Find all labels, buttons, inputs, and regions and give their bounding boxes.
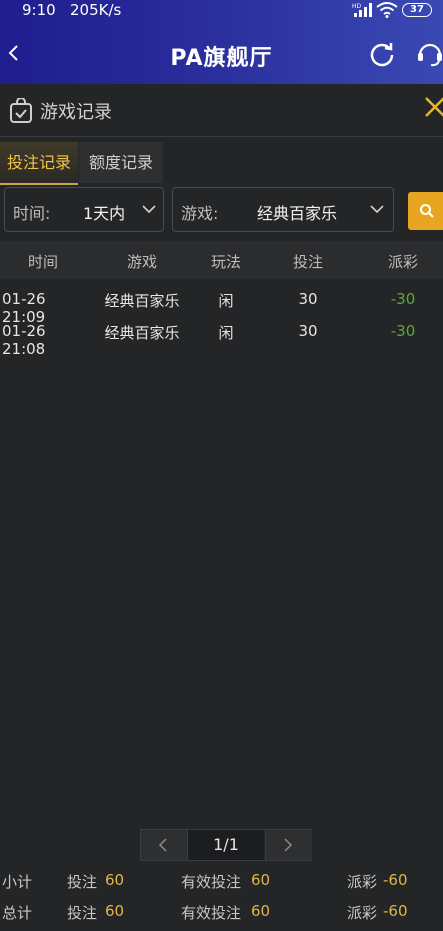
row-payout: -30 [390, 290, 416, 308]
next-page-button[interactable] [265, 830, 312, 860]
status-network-speed: 205K/s [70, 1, 122, 19]
subtotal-label: 小计 [2, 873, 33, 891]
panel-title: 游戏记录 [40, 102, 112, 123]
total-row: 总计 投注 60 有效投注 60 派彩 -60 [0, 898, 443, 926]
subtotal-valid-label: 有效投注 [181, 873, 242, 891]
subtotal-payout-label: 派彩 [347, 873, 378, 891]
tab-bet-records[interactable]: 投注记录 [0, 142, 78, 185]
subtotal-bet-value: 60 [105, 871, 125, 889]
total-payout-value: -60 [383, 902, 408, 920]
row-play: 闲 [218, 324, 234, 342]
total-bet-value: 60 [105, 902, 125, 920]
column-header-time: 时间 [27, 253, 58, 271]
svg-text:HD: HD [352, 3, 362, 10]
pagination: 1/1 [140, 829, 312, 861]
chevron-down-icon [142, 205, 156, 214]
column-header-payout: 派彩 [387, 253, 418, 271]
total-valid-label: 有效投注 [181, 904, 242, 922]
prev-page-button[interactable] [141, 830, 188, 860]
chevron-left-icon [158, 838, 167, 852]
shopping-bag-check-icon [10, 98, 32, 123]
total-valid-value: 60 [251, 902, 271, 920]
column-header-bet: 投注 [292, 253, 323, 271]
chevron-right-icon [284, 838, 293, 852]
nav-bar: PA旗舰厅 [0, 22, 443, 84]
subtotal-payout-value: -60 [383, 871, 408, 889]
row-game: 经典百家乐 [104, 324, 180, 342]
total-payout-label: 派彩 [347, 904, 378, 922]
time-filter-select[interactable]: 时间: 1天内 [4, 187, 164, 232]
game-filter-label: 游戏: [181, 204, 219, 223]
column-header-game: 游戏 [126, 253, 157, 271]
panel-header: 游戏记录 [0, 84, 443, 137]
game-filter-select[interactable]: 游戏: 经典百家乐 [172, 187, 394, 232]
subtotal-row: 小计 投注 60 有效投注 60 派彩 -60 [0, 867, 443, 895]
chevron-down-icon [370, 205, 384, 214]
column-header-play: 玩法 [210, 253, 241, 271]
signal-icon: HD [352, 3, 372, 17]
row-bet: 30 [298, 290, 318, 308]
time-filter-label: 时间: [13, 204, 51, 223]
status-bar: 9:10 205K/s HD 37 [0, 0, 443, 22]
row-bet: 30 [298, 322, 318, 340]
game-filter-value: 经典百家乐 [257, 204, 338, 223]
table-row: 01-26 21:09 经典百家乐 闲 30 -30 [0, 284, 443, 326]
wifi-icon [376, 2, 398, 18]
page-indicator: 1/1 [188, 830, 264, 860]
status-time: 9:10 [22, 1, 56, 19]
subtotal-valid-value: 60 [251, 871, 271, 889]
time-filter-value: 1天内 [83, 204, 126, 223]
tab-credit-records[interactable]: 额度记录 [79, 142, 163, 183]
subtotal-bet-label: 投注 [67, 873, 98, 891]
battery-icon: 37 [402, 3, 432, 17]
close-icon[interactable] [424, 94, 443, 120]
search-icon [420, 204, 434, 218]
row-time: 01-26 21:08 [2, 322, 46, 358]
search-button[interactable] [408, 192, 443, 230]
headset-icon[interactable] [416, 40, 443, 68]
row-game: 经典百家乐 [104, 292, 180, 310]
row-payout: -30 [390, 322, 416, 340]
refresh-icon[interactable] [368, 40, 396, 68]
table-header: 时间 游戏 玩法 投注 派彩 [0, 241, 443, 279]
app-header: 9:10 205K/s HD 37 PA旗舰厅 [0, 0, 443, 84]
row-play: 闲 [218, 292, 234, 310]
table-row: 01-26 21:08 经典百家乐 闲 30 -30 [0, 316, 443, 358]
total-label: 总计 [2, 904, 33, 922]
total-bet-label: 投注 [67, 904, 98, 922]
